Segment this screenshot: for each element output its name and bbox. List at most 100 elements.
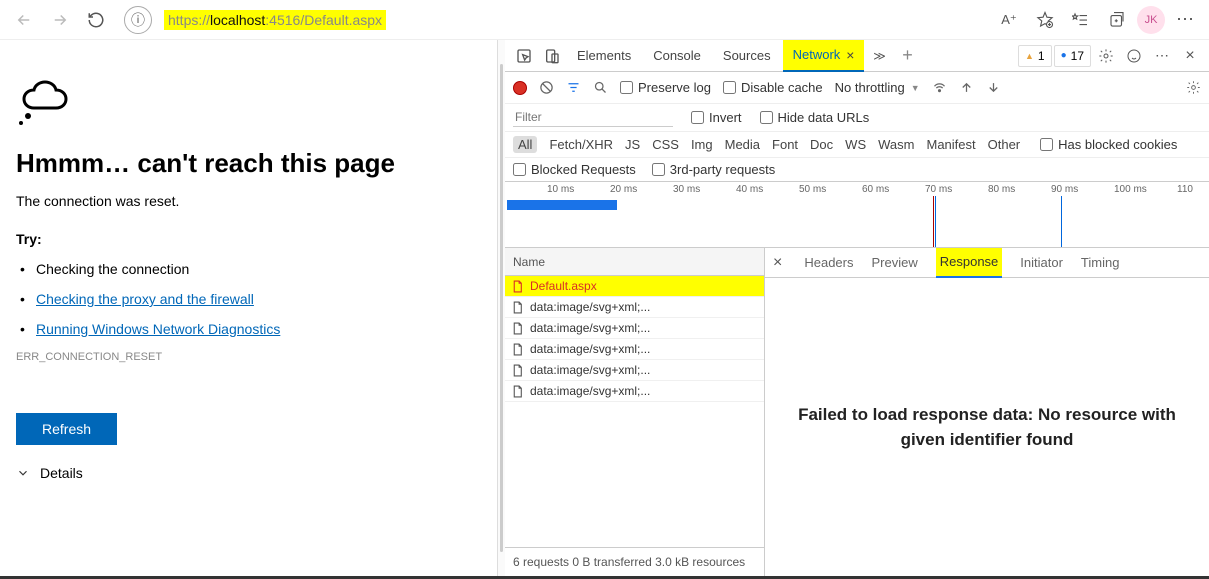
extra-filters: Blocked Requests 3rd-party requests xyxy=(505,158,1209,182)
blocked-requests-checkbox[interactable]: Blocked Requests xyxy=(513,162,636,177)
tab-timing[interactable]: Timing xyxy=(1081,248,1120,278)
file-icon xyxy=(511,364,524,377)
type-wasm[interactable]: Wasm xyxy=(878,137,914,152)
type-all[interactable]: All xyxy=(513,136,537,153)
forward-button[interactable] xyxy=(44,4,76,36)
clear-icon[interactable] xyxy=(539,80,554,95)
type-doc[interactable]: Doc xyxy=(810,137,833,152)
back-button[interactable] xyxy=(8,4,40,36)
add-tab-icon[interactable]: + xyxy=(894,43,920,69)
feedback-icon[interactable] xyxy=(1121,43,1147,69)
browser-toolbar: ⓘ https://localhost:4516/Default.aspx A⁺… xyxy=(0,0,1209,40)
network-settings-icon[interactable] xyxy=(1186,80,1201,95)
type-ws[interactable]: WS xyxy=(845,137,866,152)
error-title: Hmmm… can't reach this page xyxy=(16,148,481,179)
file-error-icon xyxy=(511,280,524,293)
tab-preview[interactable]: Preview xyxy=(871,248,917,278)
refresh-button[interactable] xyxy=(80,4,112,36)
request-row[interactable]: data:image/svg+xml;... xyxy=(505,381,764,402)
record-button[interactable] xyxy=(513,81,527,95)
url-highlight: https://localhost:4516/Default.aspx xyxy=(164,10,386,30)
suggestion-item: Checking the connection xyxy=(16,261,481,277)
collections-icon[interactable] xyxy=(1101,4,1133,36)
type-media[interactable]: Media xyxy=(725,137,760,152)
tab-headers[interactable]: Headers xyxy=(804,248,853,278)
has-blocked-cookies-checkbox[interactable]: Has blocked cookies xyxy=(1040,137,1177,152)
detail-tabbar: × Headers Preview Response Initiator Tim… xyxy=(765,248,1209,278)
preserve-log-checkbox[interactable]: Preserve log xyxy=(620,80,711,95)
request-row[interactable]: Default.aspx xyxy=(505,276,764,297)
type-other[interactable]: Other xyxy=(988,137,1021,152)
tab-response[interactable]: Response xyxy=(936,248,1003,278)
close-detail-icon[interactable]: × xyxy=(773,254,782,272)
tab-console[interactable]: Console xyxy=(643,40,711,72)
diagnostics-link[interactable]: Running Windows Network Diagnostics xyxy=(36,321,280,337)
request-status-bar: 6 requests 0 B transferred 3.0 kB resour… xyxy=(505,547,764,576)
inspect-element-icon[interactable] xyxy=(511,43,537,69)
try-label: Try: xyxy=(16,231,481,247)
waterfall-timeline[interactable]: 10 ms 20 ms 30 ms 40 ms 50 ms 60 ms 70 m… xyxy=(505,182,1209,248)
device-toggle-icon[interactable] xyxy=(539,43,565,69)
file-icon xyxy=(511,322,524,335)
type-fetch-xhr[interactable]: Fetch/XHR xyxy=(549,137,613,152)
invert-checkbox[interactable]: Invert xyxy=(691,110,742,125)
thought-cloud-icon xyxy=(16,80,76,132)
devtools-close-icon[interactable]: × xyxy=(1177,43,1203,69)
request-row[interactable]: data:image/svg+xml;... xyxy=(505,318,764,339)
filter-input[interactable] xyxy=(513,108,673,127)
type-css[interactable]: CSS xyxy=(652,137,679,152)
request-list-panel: Name Default.aspx data:image/svg+xml;...… xyxy=(505,248,765,576)
splitter-handle[interactable] xyxy=(497,40,505,576)
type-img[interactable]: Img xyxy=(691,137,713,152)
url-bar[interactable]: https://localhost:4516/Default.aspx xyxy=(158,4,989,36)
page-refresh-button[interactable]: Refresh xyxy=(16,413,117,445)
type-font[interactable]: Font xyxy=(772,137,798,152)
error-subtitle: The connection was reset. xyxy=(16,193,481,209)
more-tabs-icon[interactable]: ≫ xyxy=(866,43,892,69)
disable-cache-checkbox[interactable]: Disable cache xyxy=(723,80,823,95)
suggestion-item: Running Windows Network Diagnostics xyxy=(16,321,481,337)
file-icon xyxy=(511,301,524,314)
warning-count-badge[interactable]: 1 xyxy=(1018,45,1052,67)
tab-sources[interactable]: Sources xyxy=(713,40,781,72)
request-row[interactable]: data:image/svg+xml;... xyxy=(505,360,764,381)
request-type-filters: All Fetch/XHR JS CSS Img Media Font Doc … xyxy=(505,132,1209,158)
download-har-icon[interactable] xyxy=(986,80,1001,95)
file-icon xyxy=(511,385,524,398)
filter-bar: Invert Hide data URLs xyxy=(505,104,1209,132)
profile-avatar[interactable]: JK xyxy=(1137,6,1165,34)
name-column-header[interactable]: Name xyxy=(505,248,764,276)
favorites-list-icon[interactable] xyxy=(1065,4,1097,36)
favorite-star-icon[interactable] xyxy=(1029,4,1061,36)
chevron-down-icon xyxy=(16,466,30,480)
hide-data-urls-checkbox[interactable]: Hide data URLs xyxy=(760,110,870,125)
file-icon xyxy=(511,343,524,356)
settings-gear-icon[interactable] xyxy=(1093,43,1119,69)
read-aloud-icon[interactable]: A⁺ xyxy=(993,4,1025,36)
issue-count-badge[interactable]: 17 xyxy=(1054,45,1091,67)
devtools-menu-icon[interactable]: ⋯ xyxy=(1149,43,1175,69)
site-info-icon[interactable]: ⓘ xyxy=(124,6,152,34)
close-icon[interactable]: × xyxy=(846,47,854,63)
response-error-message: Failed to load response data: No resourc… xyxy=(795,402,1179,453)
filter-icon[interactable] xyxy=(566,80,581,95)
upload-har-icon[interactable] xyxy=(959,80,974,95)
search-icon[interactable] xyxy=(593,80,608,95)
tab-initiator[interactable]: Initiator xyxy=(1020,248,1063,278)
request-row[interactable]: data:image/svg+xml;... xyxy=(505,339,764,360)
more-menu-icon[interactable]: ⋯ xyxy=(1169,4,1201,36)
third-party-checkbox[interactable]: 3rd-party requests xyxy=(652,162,776,177)
details-toggle[interactable]: Details xyxy=(16,465,481,481)
error-code: ERR_CONNECTION_RESET xyxy=(16,351,481,363)
devtools-panel: Elements Console Sources Network× ≫ + 1 … xyxy=(505,40,1209,576)
type-js[interactable]: JS xyxy=(625,137,640,152)
tab-network[interactable]: Network× xyxy=(783,40,865,72)
error-page: Hmmm… can't reach this page The connecti… xyxy=(0,40,497,576)
proxy-firewall-link[interactable]: Checking the proxy and the firewall xyxy=(36,291,254,307)
tab-elements[interactable]: Elements xyxy=(567,40,641,72)
network-conditions-icon[interactable] xyxy=(932,80,947,95)
devtools-tabbar: Elements Console Sources Network× ≫ + 1 … xyxy=(505,40,1209,72)
throttling-select[interactable]: No throttling▼ xyxy=(835,80,920,95)
type-manifest[interactable]: Manifest xyxy=(926,137,975,152)
request-row[interactable]: data:image/svg+xml;... xyxy=(505,297,764,318)
